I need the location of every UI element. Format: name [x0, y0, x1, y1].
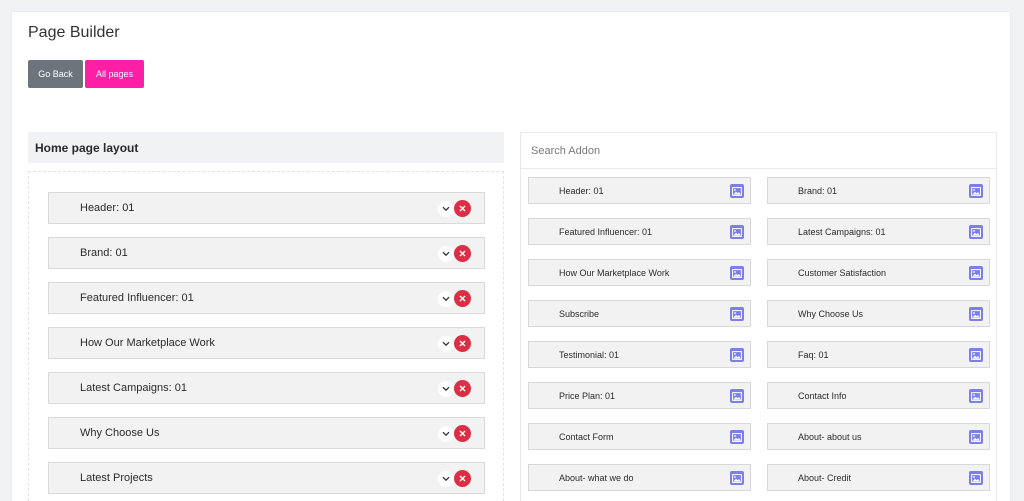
- close-icon[interactable]: [454, 425, 471, 442]
- layout-list: Header: 01 Brand: 01 Featured Influencer: …: [28, 171, 504, 501]
- image-icon[interactable]: [730, 184, 744, 198]
- addon-item[interactable]: How Our Marketplace Work: [528, 259, 751, 286]
- chevron-down-icon[interactable]: [438, 426, 454, 442]
- chevron-down-icon[interactable]: [438, 471, 454, 487]
- chevron-down-icon[interactable]: [438, 291, 454, 307]
- close-icon[interactable]: [454, 380, 471, 397]
- layout-heading: Home page layout: [28, 132, 504, 163]
- image-icon[interactable]: [969, 225, 983, 239]
- image-icon[interactable]: [730, 471, 744, 485]
- layout-item-label: Latest Campaigns: 01: [80, 382, 188, 394]
- image-icon[interactable]: [969, 184, 983, 198]
- addon-item-label: Subscribe: [559, 308, 600, 319]
- chevron-down-icon[interactable]: [438, 381, 454, 397]
- layout-item-label: Header: 01: [80, 202, 135, 214]
- addon-item[interactable]: About- Credit: [767, 464, 990, 491]
- addon-item-label: Customer Satisfaction: [798, 267, 887, 278]
- chevron-down-icon[interactable]: [438, 336, 454, 352]
- addon-item[interactable]: Customer Satisfaction: [767, 259, 990, 286]
- addon-item[interactable]: Why Choose Us: [767, 300, 990, 327]
- addon-item[interactable]: Contact Form: [528, 423, 751, 450]
- addon-item[interactable]: Contact Info: [767, 382, 990, 409]
- addon-item[interactable]: Brand: 01: [767, 177, 990, 204]
- layout-item[interactable]: Latest Projects: [48, 462, 485, 494]
- image-icon[interactable]: [969, 307, 983, 321]
- layout-item[interactable]: Header: 01: [48, 192, 485, 224]
- all-pages-button[interactable]: All pages: [85, 60, 144, 88]
- search-addon-input[interactable]: [521, 133, 996, 169]
- go-back-button[interactable]: Go Back: [28, 60, 83, 88]
- close-icon[interactable]: [454, 335, 471, 352]
- image-icon[interactable]: [730, 225, 744, 239]
- image-icon[interactable]: [730, 348, 744, 362]
- addon-item-label: Header: 01: [559, 185, 604, 196]
- image-icon[interactable]: [969, 348, 983, 362]
- image-icon[interactable]: [730, 307, 744, 321]
- addon-item[interactable]: Testimonial: 01: [528, 341, 751, 368]
- addon-item-label: About- Credit: [798, 472, 852, 483]
- addon-item-label: Price Plan: 01: [559, 390, 616, 401]
- chevron-down-icon[interactable]: [438, 201, 454, 217]
- layout-item-label: Latest Projects: [80, 472, 153, 484]
- addon-panel: Header: 01 Brand: 01 Featured Influencer: …: [520, 132, 997, 501]
- layout-item[interactable]: Latest Campaigns: 01: [48, 372, 485, 404]
- addon-item[interactable]: Header: 01: [528, 177, 751, 204]
- layout-item-label: How Our Marketplace Work: [80, 337, 215, 349]
- addon-item[interactable]: Subscribe: [528, 300, 751, 327]
- close-icon[interactable]: [454, 470, 471, 487]
- close-icon[interactable]: [454, 200, 471, 217]
- layout-item[interactable]: Why Choose Us: [48, 417, 485, 449]
- image-icon[interactable]: [969, 430, 983, 444]
- layout-item[interactable]: How Our Marketplace Work: [48, 327, 485, 359]
- addon-item[interactable]: Featured Influencer: 01: [528, 218, 751, 245]
- image-icon[interactable]: [969, 471, 983, 485]
- addon-item-label: Faq: 01: [798, 349, 829, 360]
- addon-item-label: Latest Campaigns: 01: [798, 226, 886, 237]
- layout-item[interactable]: Featured Influencer: 01: [48, 282, 485, 314]
- addon-item-label: Contact Info: [798, 390, 847, 401]
- addon-item[interactable]: About- what we do: [528, 464, 751, 491]
- page-title: Page Builder: [28, 24, 120, 41]
- layout-item-label: Brand: 01: [80, 247, 128, 259]
- close-icon[interactable]: [454, 245, 471, 262]
- addon-item[interactable]: Latest Campaigns: 01: [767, 218, 990, 245]
- addon-item[interactable]: Price Plan: 01: [528, 382, 751, 409]
- addon-item-label: Contact Form: [559, 431, 614, 442]
- close-icon[interactable]: [454, 290, 471, 307]
- image-icon[interactable]: [730, 389, 744, 403]
- image-icon[interactable]: [969, 266, 983, 280]
- addon-item-label: About- about us: [798, 431, 862, 442]
- image-icon[interactable]: [969, 389, 983, 403]
- addon-item[interactable]: Faq: 01: [767, 341, 990, 368]
- addon-item-label: Brand: 01: [798, 185, 838, 196]
- addon-item-label: About- what we do: [559, 472, 634, 483]
- page-builder-card: Page Builder Go Back All pages Home page…: [12, 12, 1010, 501]
- layout-item-label: Why Choose Us: [80, 427, 160, 439]
- image-icon[interactable]: [730, 266, 744, 280]
- addon-item-label: Featured Influencer: 01: [559, 226, 653, 237]
- chevron-down-icon[interactable]: [438, 246, 454, 262]
- layout-item-label: Featured Influencer: 01: [80, 292, 194, 304]
- addon-item-label: Why Choose Us: [798, 308, 864, 319]
- addon-item-label: Testimonial: 01: [559, 349, 620, 360]
- addon-item[interactable]: About- about us: [767, 423, 990, 450]
- image-icon[interactable]: [730, 430, 744, 444]
- addon-item-label: How Our Marketplace Work: [559, 267, 670, 278]
- layout-item[interactable]: Brand: 01: [48, 237, 485, 269]
